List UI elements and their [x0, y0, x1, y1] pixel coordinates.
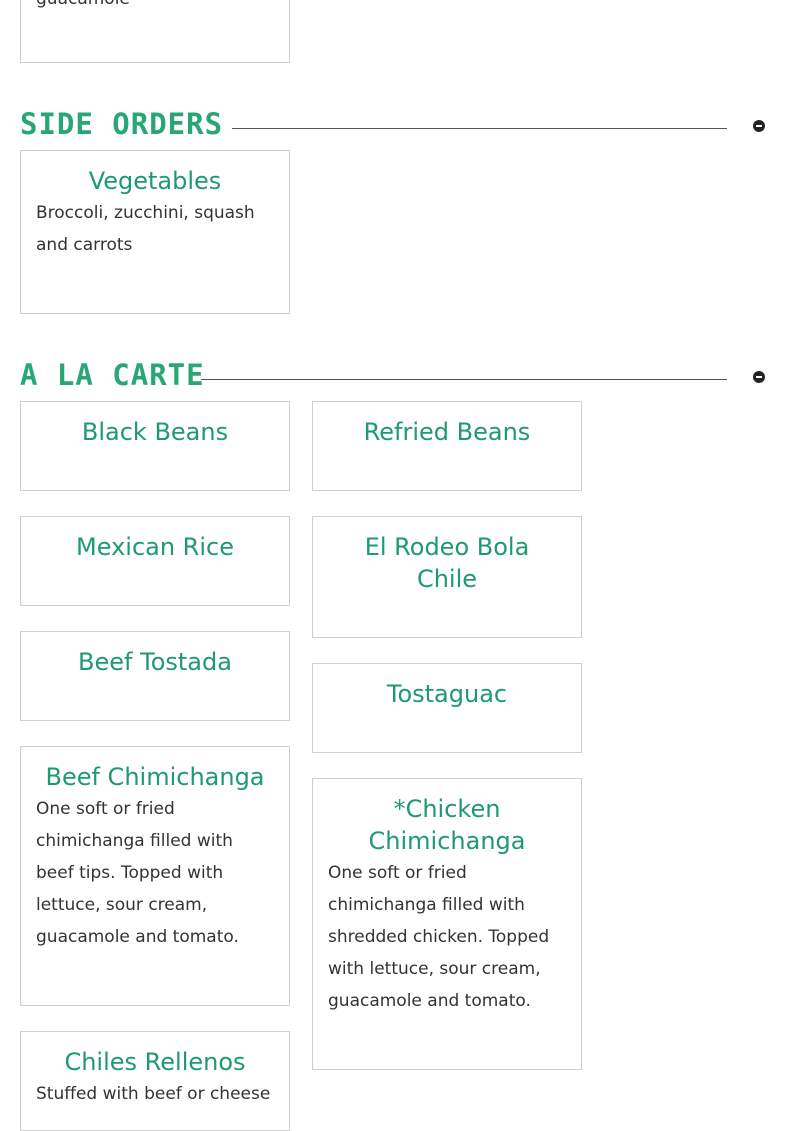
menu-item-refried-beans[interactable]: Refried Beans: [312, 401, 582, 491]
menu-item-card-partial: guacamole: [20, 0, 290, 63]
menu-item-description: Stuffed with beef or cheese: [36, 1084, 271, 1104]
menu-item-tostaguac[interactable]: Tostaguac: [312, 663, 582, 753]
menu-item-name: Beef Tostada: [78, 648, 232, 676]
section-divider: [232, 128, 727, 129]
menu-item-description: guacamole: [36, 0, 130, 15]
menu-item-name: Black Beans: [81, 418, 229, 446]
menu-item-name: El Rodeo Bola Chile: [364, 533, 530, 593]
menu-item-vegetables[interactable]: Vegetables Broccoli, zucchini, squash an…: [20, 150, 290, 314]
menu-item-name: Chiles Rellenos: [64, 1048, 246, 1076]
menu-item-name: *Chicken Chimichanga: [368, 795, 526, 855]
collapse-toggle-icon[interactable]: [753, 371, 765, 383]
menu-item-beef-tostada[interactable]: Beef Tostada: [20, 631, 290, 721]
menu-item-el-rodeo-bola-chile[interactable]: El Rodeo Bola Chile: [312, 516, 582, 638]
menu-item-name: Beef Chimichanga: [45, 763, 265, 791]
section-title-side-orders: SIDE ORDERS: [20, 107, 224, 141]
menu-item-chicken-chimichanga[interactable]: *Chicken Chimichanga One soft or fried c…: [312, 778, 582, 1070]
collapse-toggle-icon[interactable]: [753, 120, 765, 132]
menu-item-name: Mexican Rice: [76, 533, 234, 561]
menu-item-mexican-rice[interactable]: Mexican Rice: [20, 516, 290, 606]
menu-item-black-beans[interactable]: Black Beans: [20, 401, 290, 491]
menu-item-chiles-rellenos[interactable]: Chiles Rellenos Stuffed with beef or che…: [20, 1031, 290, 1131]
menu-item-name: Vegetables: [88, 167, 222, 195]
menu-item-description: One soft or fried chimichanga filled wit…: [328, 863, 550, 1011]
menu-item-description: Broccoli, zucchini, squash and carrots: [36, 203, 255, 255]
menu-item-description: One soft or fried chimichanga filled wit…: [36, 799, 239, 947]
section-title-a-la-carte: A LA CARTE: [20, 358, 205, 392]
section-divider: [201, 379, 727, 380]
menu-item-name: Refried Beans: [363, 418, 531, 446]
menu-item-name: Tostaguac: [386, 680, 508, 708]
menu-item-beef-chimichanga[interactable]: Beef Chimichanga One soft or fried chimi…: [20, 746, 290, 1006]
